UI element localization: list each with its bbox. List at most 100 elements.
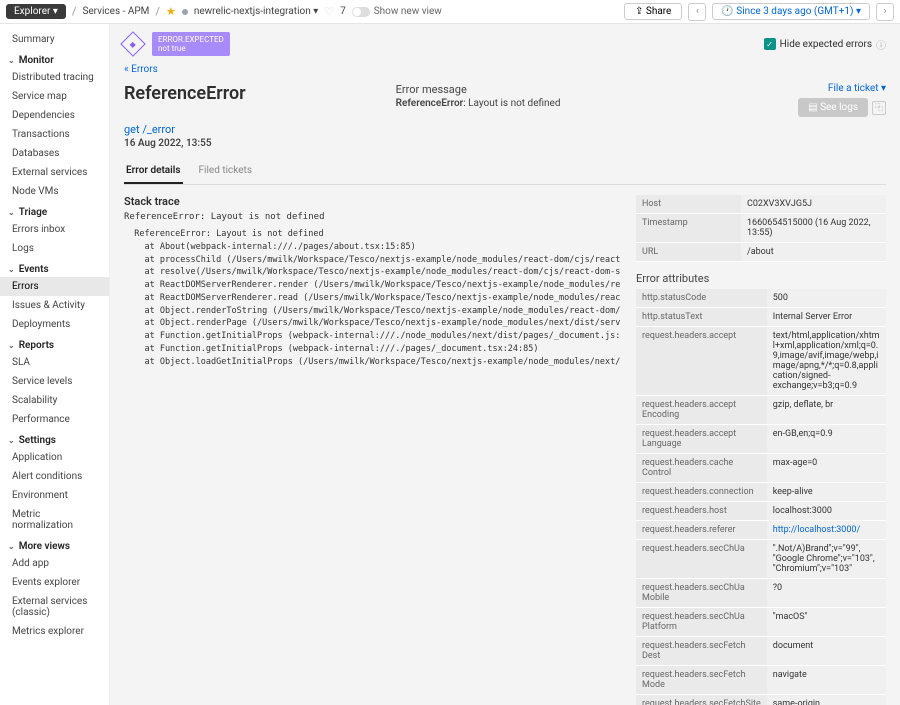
attr-key: request.headers.accept Language [636,425,767,454]
sidebar-item-node-vms[interactable]: Node VMs [0,182,109,201]
sidebar-item-events-explorer[interactable]: Events explorer [0,573,109,592]
sidebar-item-errors-inbox[interactable]: Errors inbox [0,220,109,239]
sidebar-item-metrics-explorer[interactable]: Metrics explorer [0,622,109,641]
attr-key: http.statusCode [636,289,767,308]
chevron-down-icon: ⌄ [8,265,15,274]
sidebar-section-monitor[interactable]: ⌄Monitor [0,49,109,68]
attr-value: /about [741,243,886,262]
sidebar-item-service-levels[interactable]: Service levels [0,372,109,391]
attr-key: request.headers.accept [636,327,767,396]
attr-key: request.headers.referer [636,521,767,540]
attr-link[interactable]: http://localhost:3000/ [773,525,860,535]
error-expected-tag: ERROR.EXPECTEDnot true [152,32,230,56]
show-new-view-toggle[interactable]: Show new view [352,6,442,17]
attr-key: request.headers.secFetchSite [636,695,767,705]
love-icon[interactable]: ♡ [324,5,334,18]
attributes-top-table: HostC02XV3XVJG5JTimestamp1660654515000 (… [636,195,886,262]
sidebar-item-dependencies[interactable]: Dependencies [0,106,109,125]
attr-key: request.headers.accept Encoding [636,396,767,425]
attr-row: request.headers.cache Controlmax-age=0 [636,454,886,483]
attr-row: request.headers.secChUa Platform"macOS" [636,608,886,637]
attr-row: request.headers.secFetch Modenavigate [636,666,886,695]
chevron-down-icon: ⌄ [8,436,15,445]
attr-value: navigate [767,666,886,695]
sidebar-item-errors[interactable]: Errors [0,277,109,296]
see-logs-button[interactable]: ▤ See logs [798,98,868,117]
time-next-button[interactable]: › [876,3,894,21]
attr-key: request.headers.secChUa [636,540,767,579]
app-status-dot [182,9,188,15]
time-prev-button[interactable]: ‹ [688,3,706,21]
sidebar-item-environment[interactable]: Environment [0,486,109,505]
sidebar-item-application[interactable]: Application [0,448,109,467]
attr-row: request.headers.secFetchSitesame-origin [636,695,886,705]
attr-row: http.statusTextInternal Server Error [636,308,886,327]
attributes-table: http.statusCode500http.statusTextInterna… [636,289,886,705]
attr-row: URL/about [636,243,886,262]
stack-trace-summary: ReferenceError: Layout is not defined [124,212,620,222]
attr-key: request.headers.connection [636,483,767,502]
sidebar-item-service-map[interactable]: Service map [0,87,109,106]
attr-value: 500 [767,289,886,308]
sidebar-item-performance[interactable]: Performance [0,410,109,429]
attr-value: gzip, deflate, br [767,396,886,425]
sidebar-item-deployments[interactable]: Deployments [0,315,109,334]
hide-expected-toggle[interactable]: ✓ Hide expected errors ⓘ [764,37,886,52]
error-attributes-title: Error attributes [636,272,886,285]
sidebar-item-external-services[interactable]: External services [0,163,109,182]
breadcrumb-app[interactable]: newrelic-nextjs-integration ▾ [194,6,318,17]
explorer-dropdown[interactable]: Explorer ▾ [6,4,66,19]
attr-value: "macOS" [767,608,886,637]
sidebar-item-transactions[interactable]: Transactions [0,125,109,144]
back-to-errors-link[interactable]: « Errors [124,64,158,75]
sidebar-item-logs[interactable]: Logs [0,239,109,258]
info-icon[interactable]: ⓘ [876,37,886,52]
sidebar-item-databases[interactable]: Databases [0,144,109,163]
attr-value: ?0 [767,579,886,608]
attr-row: request.headers.secChUa".Not/A)Brand";v=… [636,540,886,579]
error-timestamp: 16 Aug 2022, 13:55 [124,138,886,149]
attr-key: request.headers.secFetch Dest [636,637,767,666]
sidebar: Summary ⌄MonitorDistributed tracingServi… [0,24,110,705]
share-button[interactable]: ⇪ Share [624,3,682,20]
attr-row: Timestamp1660654515000 (16 Aug 2022, 13:… [636,214,886,243]
star-icon[interactable]: ★ [166,5,176,18]
sidebar-section-triage[interactable]: ⌄Triage [0,201,109,220]
breadcrumb-services[interactable]: Services - APM [82,6,149,17]
sidebar-item-alert-conditions[interactable]: Alert conditions [0,467,109,486]
file-ticket-link[interactable]: File a ticket ▾ [828,83,886,94]
attr-value: http://localhost:3000/ [767,521,886,540]
entity-icon: ◆ [120,31,145,56]
sidebar-item-add-app[interactable]: Add app [0,554,109,573]
sidebar-item-issues-activity[interactable]: Issues & Activity [0,296,109,315]
attr-value: C02XV3XVJG5J [741,195,886,214]
sidebar-section-reports[interactable]: ⌄Reports [0,334,109,353]
attr-value: keep-alive [767,483,886,502]
sidebar-item-metric-normalization[interactable]: Metric normalization [0,505,109,535]
sidebar-item-external-services-classic-[interactable]: External services (classic) [0,592,109,622]
sidebar-item-summary[interactable]: Summary [0,30,109,49]
attr-row: http.statusCode500 [636,289,886,308]
attr-value: Internal Server Error [767,308,886,327]
sidebar-section-more-views[interactable]: ⌄More views [0,535,109,554]
attr-value: ".Not/A)Brand";v="99", "Google Chrome";v… [767,540,886,579]
sidebar-item-sla[interactable]: SLA [0,353,109,372]
chevron-down-icon: ⌄ [8,208,15,217]
attr-row: request.headers.accepttext/html,applicat… [636,327,886,396]
sidebar-section-events[interactable]: ⌄Events [0,258,109,277]
attr-key: request.headers.secChUa Platform [636,608,767,637]
copy-icon[interactable]: ⿻ [872,101,886,115]
time-picker[interactable]: 🕐 Since 3 days ago (GMT+1) ▾ [712,3,870,20]
attr-key: URL [636,243,741,262]
attr-value: text/html,application/xhtml+xml,applicat… [767,327,886,396]
attr-key: http.statusText [636,308,767,327]
sidebar-item-distributed-tracing[interactable]: Distributed tracing [0,68,109,87]
attr-row: request.headers.connectionkeep-alive [636,483,886,502]
chevron-down-icon: ⌄ [8,542,15,551]
tab-filed-tickets[interactable]: Filed tickets [197,159,254,184]
error-route[interactable]: get /_error [124,123,886,136]
stack-trace-body: ReferenceError: Layout is not defined at… [124,228,620,368]
sidebar-section-settings[interactable]: ⌄Settings [0,429,109,448]
sidebar-item-scalability[interactable]: Scalability [0,391,109,410]
tab-error-details[interactable]: Error details [124,159,183,184]
